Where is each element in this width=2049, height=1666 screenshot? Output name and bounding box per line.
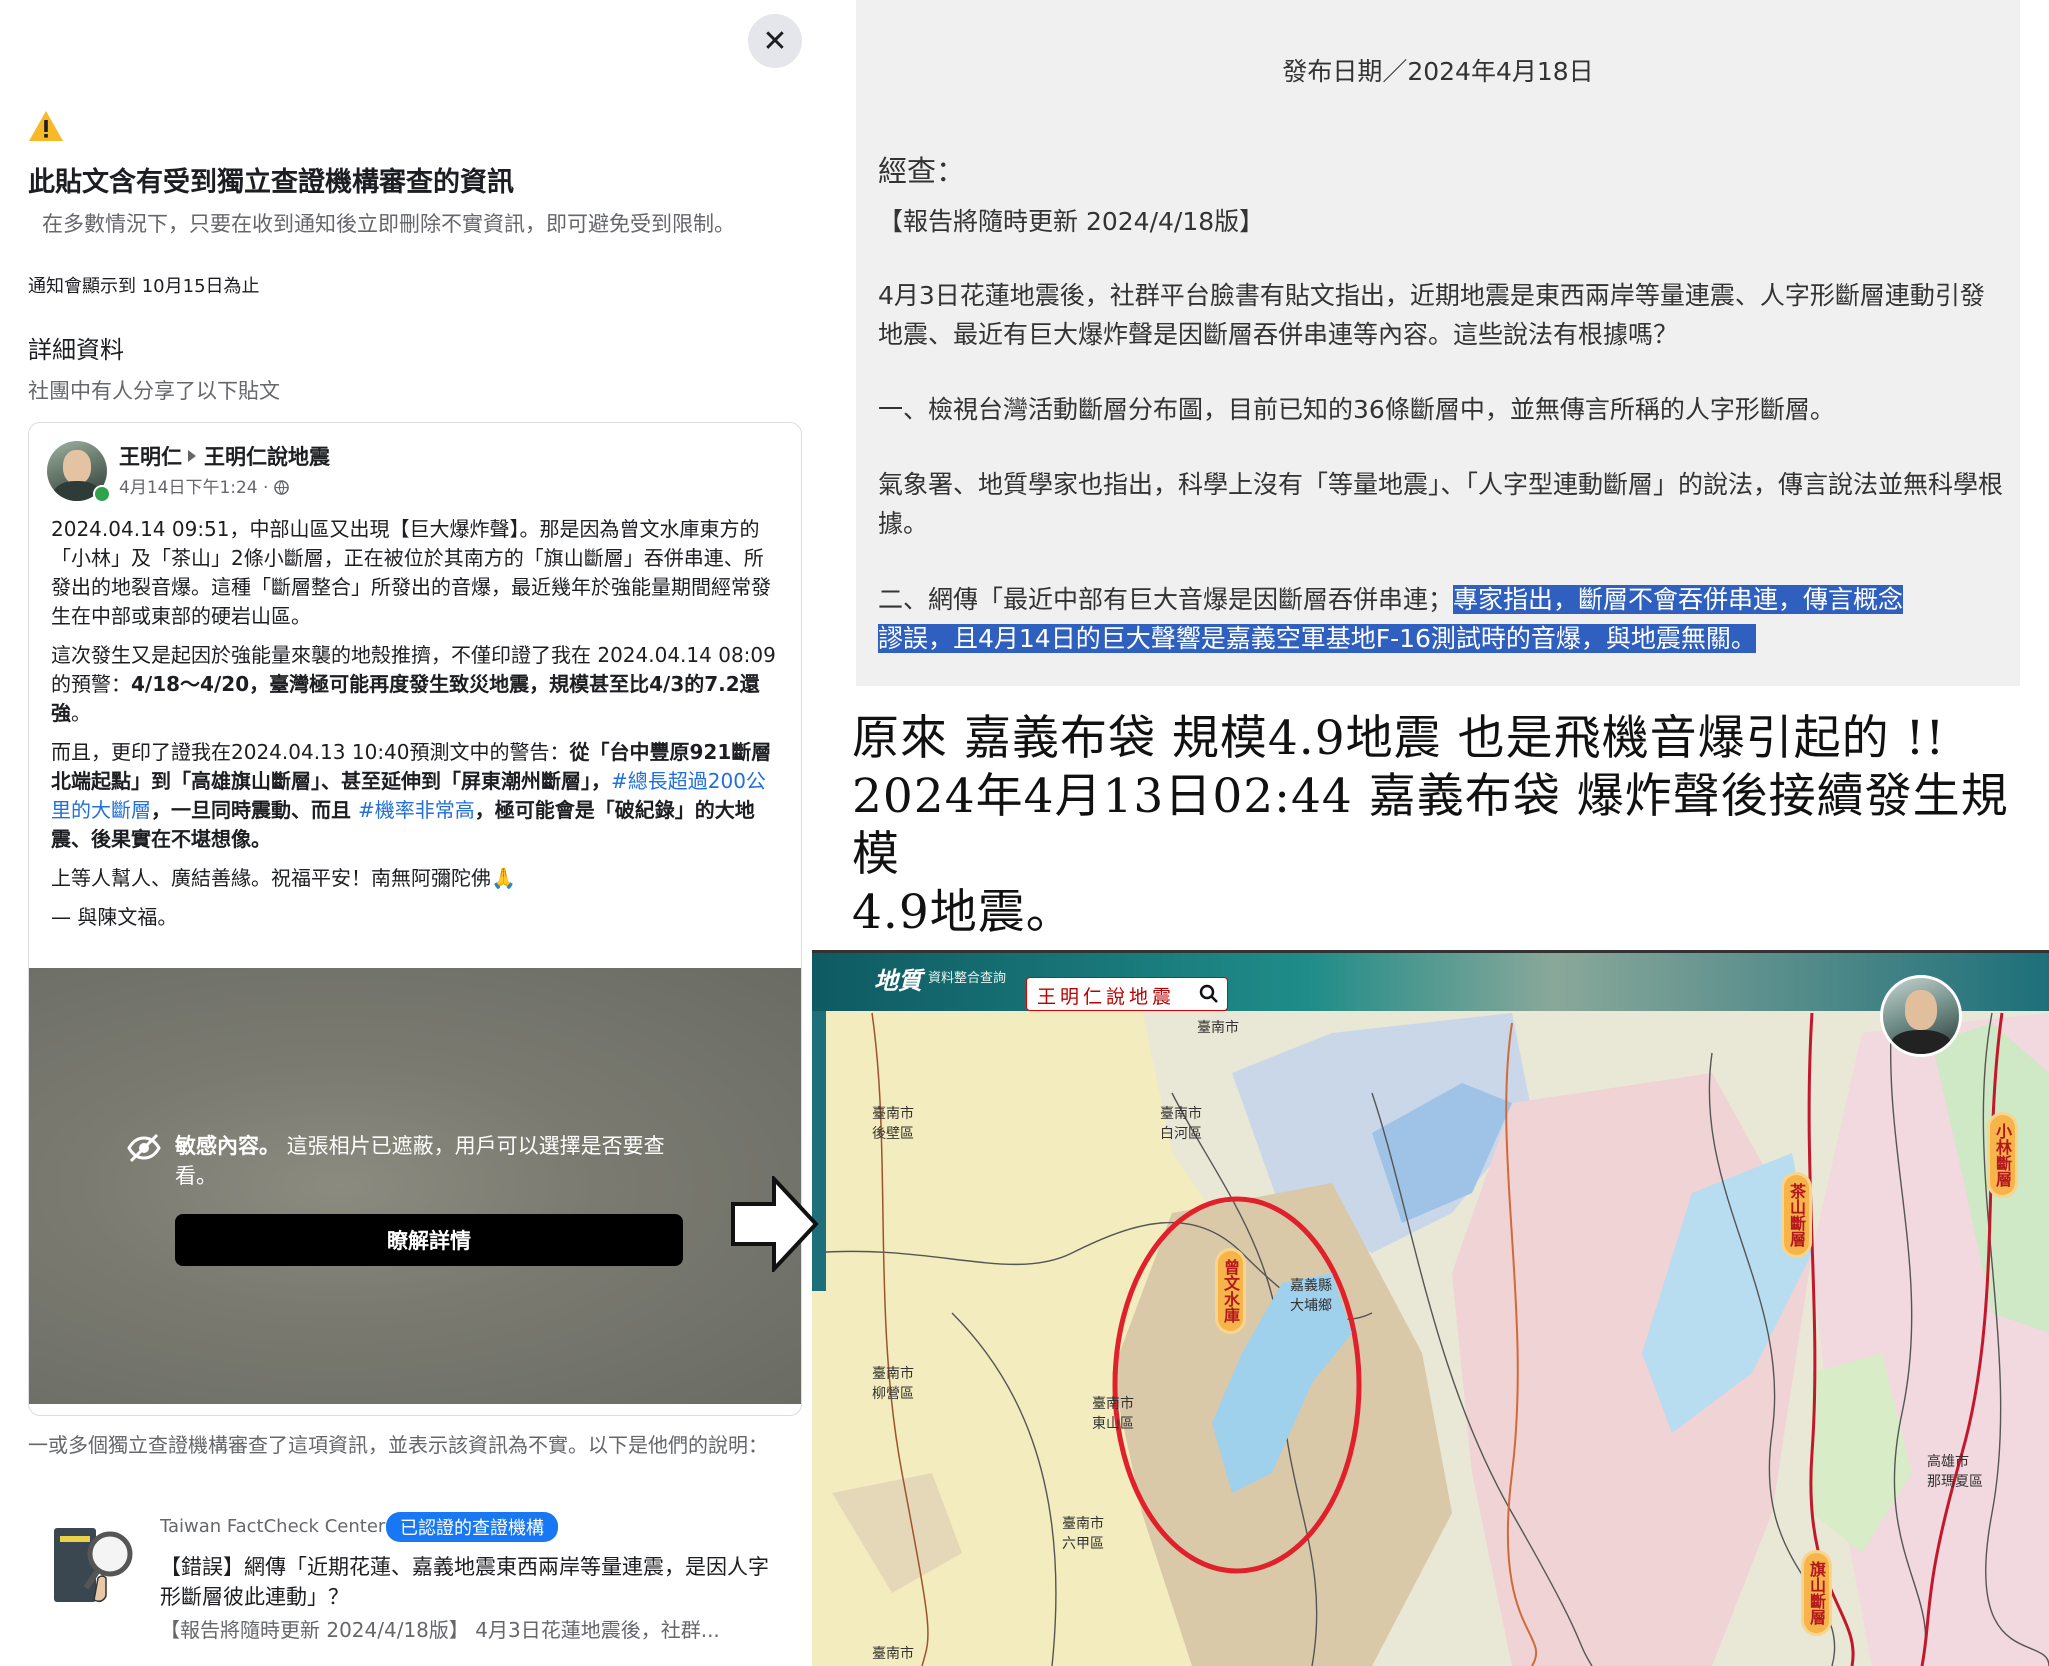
map-canvas[interactable] xyxy=(812,953,2049,1666)
report-heading: 經查： xyxy=(878,154,966,188)
caption-line: 原來 嘉義布袋 規模4.9地震 也是飛機音爆引起的 !! xyxy=(852,711,1946,766)
author-name[interactable]: 王明仁 xyxy=(119,445,182,469)
map-label: 臺南市 xyxy=(872,1646,914,1662)
map-search-text: 王明仁說地震 xyxy=(1037,986,1176,1008)
post-paragraph: 上等人幫人、廣結善緣。祝福平安！南無阿彌陀佛🙏 xyxy=(51,866,516,890)
label-xiaolin-fault: 小林斷層 xyxy=(1990,1115,2015,1195)
factcheck-headline[interactable]: 【錯誤】網傳「近期花蓮、嘉義地震東西兩岸等量連震，是因人字形斷層彼此連動」？ xyxy=(160,1552,780,1612)
map-header: 地質 資料整合查詢 王明仁說地震 xyxy=(812,953,2049,1011)
sensitive-content-notice: 敏感內容。 這張相片已遮蔽，用戶可以選擇是否要查看。 xyxy=(175,1134,665,1188)
map-search-box[interactable]: 王明仁說地震 xyxy=(1026,977,1228,1011)
factcheck-report: 發布日期／2024年4月18日 經查： 【報告將隨時更新 2024/4/18版】… xyxy=(856,0,2020,686)
sensitive-content-cover: 敏感內容。 這張相片已遮蔽，用戶可以選擇是否要查看。 瞭解詳情 xyxy=(29,968,801,1404)
factcheck-logo-icon[interactable] xyxy=(52,1518,142,1610)
caption-line: 4.9地震。 xyxy=(852,885,1074,940)
eye-slash-icon xyxy=(127,1133,161,1163)
label-qishan-fault: 旗山斷層 xyxy=(1804,1553,1829,1633)
caption-line: 2024年4月13日02:44 嘉義布袋 爆炸聲後接續發生規模 xyxy=(852,769,2009,882)
learn-more-button[interactable]: 瞭解詳情 xyxy=(175,1214,683,1266)
post-timestamp[interactable]: 4月14日下午1:24 · xyxy=(119,478,274,498)
label-chashan-fault: 茶山斷層 xyxy=(1784,1175,1809,1255)
map-label: 臺南市 柳營區 xyxy=(872,1366,914,1402)
post-paragraph: 而且，更印了證我在2024.04.13 10:40預測文中的警告：從「台中豐原9… xyxy=(51,740,772,851)
overlay-caption: 原來 嘉義布袋 規模4.9地震 也是飛機音爆引起的 !! 2024年4月13日0… xyxy=(852,710,2042,942)
shared-post-card: 王明仁 王明仁說地震 4月14日下午1:24 · 2024.04.14 09:51… xyxy=(28,422,802,1416)
dialog-title: 此貼文含有受到獨立查證機構審查的資訊 xyxy=(28,167,514,198)
report-paragraph-highlighted: 二、網傳「最近中部有巨大音爆是因斷層吞併串連；專家指出，斷層不會吞併串連，傳言概… xyxy=(878,585,1904,653)
report-paragraph: 氣象署、地質學家也指出，科學上沒有「等量地震」、「人字型連動斷層」的說法，傳言說… xyxy=(878,470,2004,538)
geology-map[interactable]: 地質 資料整合查詢 王明仁說地震 臺南市 後壁區 臺南市 白河區 臺南市 柳營區… xyxy=(812,950,2049,1666)
map-label: 臺南市 後壁區 xyxy=(872,1106,914,1142)
dialog-subtitle: 在多數情況下，只要在收到通知後立即刪除不實資訊，即可避免受到限制。 xyxy=(42,212,735,236)
factcheck-snippet: 【報告將隨時更新 2024/4/18版】 4月3日花蓮地震後，社群... xyxy=(160,1618,720,1642)
fact-check-dialog: ✕ 此貼文含有受到獨立查證機構審查的資訊 在多數情況下，只要在收到通知後立即刪除… xyxy=(0,0,810,1663)
triangle-right-icon xyxy=(188,450,196,462)
map-label: 高雄市 那瑪夏區 xyxy=(1927,1454,1983,1490)
verified-badge: 已認證的查證機構 xyxy=(386,1512,558,1542)
report-version: 【報告將隨時更新 2024/4/18版】 xyxy=(878,207,1265,236)
post-tagged: — 與陳文福。 xyxy=(51,905,178,929)
close-icon: ✕ xyxy=(762,23,788,59)
label-zengwen-dam: 曾文水庫 xyxy=(1218,1251,1243,1331)
close-button[interactable]: ✕ xyxy=(748,14,802,68)
globe-icon xyxy=(274,480,289,495)
details-heading: 詳細資料 xyxy=(28,336,124,364)
arrow-right-icon xyxy=(731,1176,819,1272)
map-label: 臺南市 東山區 xyxy=(1092,1396,1134,1432)
group-name[interactable]: 王明仁說地震 xyxy=(204,445,330,469)
report-paragraph: 4月3日花蓮地震後，社群平台臉書有貼文指出，近期地震是東西兩岸等量連震、人字形斷… xyxy=(878,281,1985,349)
hashtag-link[interactable]: #機率非常高 xyxy=(358,798,475,822)
warning-icon xyxy=(29,111,63,141)
search-icon[interactable] xyxy=(1199,984,1219,1004)
post-body: 2024.04.14 09:51，中部山區又出現【巨大爆炸聲】。那是因為曾文水庫… xyxy=(51,515,781,942)
map-subtitle: 資料整合查詢 xyxy=(928,971,1007,986)
report-date: 發布日期／2024年4月18日 xyxy=(1282,57,1594,86)
details-subtitle: 社團中有人分享了以下貼文 xyxy=(28,379,280,403)
map-label: 臺南市 六甲區 xyxy=(1062,1516,1104,1552)
highlighted-text: 專家指出，斷層不會吞併串連，傳言概念 xyxy=(1453,585,1904,614)
post-meta: 4月14日下午1:24 · xyxy=(119,473,289,498)
highlighted-text: 謬誤，且4月14日的巨大聲響是嘉義空軍基地F-16測試時的音爆，與地震無關。 xyxy=(878,624,1756,653)
post-author[interactable]: 王明仁 王明仁說地震 xyxy=(119,441,330,471)
factcheck-org-name[interactable]: Taiwan FactCheck Center xyxy=(160,1516,385,1537)
map-logo[interactable]: 地質 xyxy=(874,961,922,996)
post-paragraph: 這次發生又是起因於強能量來襲的地殼推擠，不僅印證了我在 2024.04.14 0… xyxy=(51,643,776,725)
map-label: 臺南市 xyxy=(1197,1020,1239,1036)
factcheck-explanation: 一或多個獨立查證機構審查了這項資訊，並表示該資訊為不實。以下是他們的說明： xyxy=(28,1433,768,1457)
creator-avatar xyxy=(1880,975,1962,1057)
map-label: 嘉義縣 大埔鄉 xyxy=(1290,1278,1332,1314)
map-label: 臺南市 白河區 xyxy=(1160,1106,1202,1142)
report-paragraph: 一、檢視台灣活動斷層分布圖，目前已知的36條斷層中，並無傳言所稱的人字形斷層。 xyxy=(878,395,1835,424)
post-paragraph: 2024.04.14 09:51，中部山區又出現【巨大爆炸聲】。那是因為曾文水庫… xyxy=(51,517,771,628)
notice-expiry: 通知會顯示到 10月15日為止 xyxy=(28,276,260,297)
online-status-dot xyxy=(93,485,111,503)
